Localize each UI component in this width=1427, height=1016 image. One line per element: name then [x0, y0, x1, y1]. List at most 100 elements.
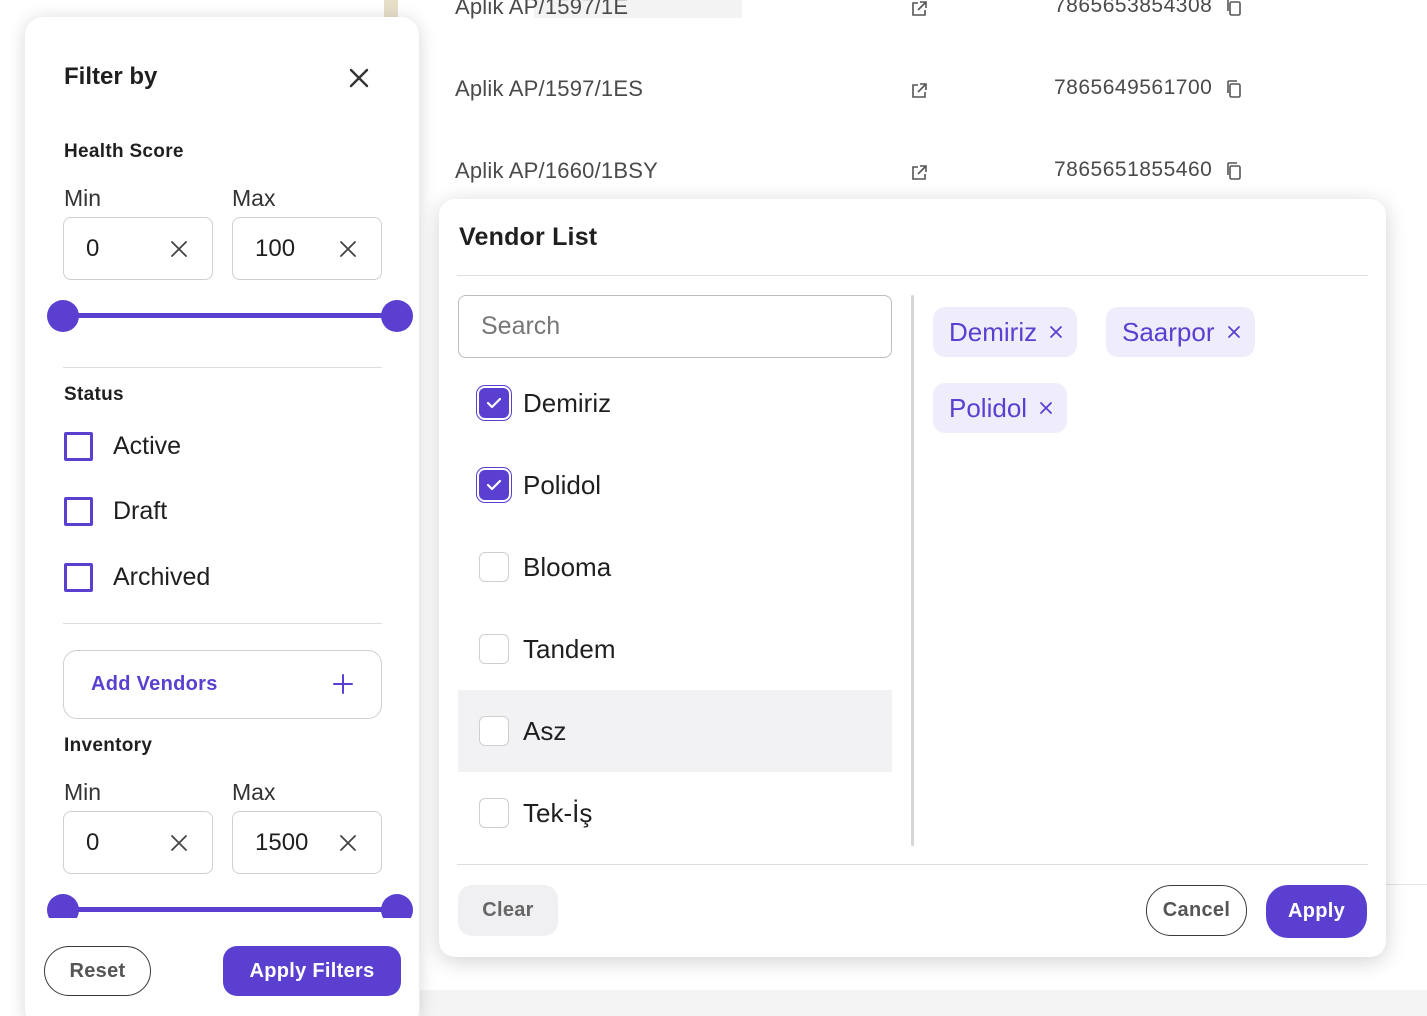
selected-vendor-chip: Polidol: [933, 383, 1068, 433]
table-row[interactable]: Aplik AP/1597/1E 7865653854308: [384, 0, 1427, 34]
vendor-item-demiriz[interactable]: Demiriz: [458, 362, 892, 444]
filter-panel-title: Filter by: [64, 63, 158, 90]
table-footer: [420, 990, 1427, 1016]
status-option-active[interactable]: Active: [64, 430, 181, 462]
product-name[interactable]: Aplik AP/1597/1E: [455, 0, 628, 20]
close-icon[interactable]: [347, 66, 371, 90]
vendor-list-modal: Vendor List Demiriz Polidol Blooma Tande…: [439, 199, 1386, 957]
vendor-item-polidol[interactable]: Polidol: [458, 444, 892, 526]
vendor-item-tandem[interactable]: Tandem: [458, 608, 892, 690]
vendor-list-title: Vendor List: [459, 223, 598, 251]
vendor-label: Polidol: [523, 469, 602, 500]
checkbox[interactable]: [64, 496, 93, 526]
vendor-label: Blooma: [523, 551, 612, 582]
health-max-value[interactable]: 100: [255, 235, 295, 263]
checkbox[interactable]: [479, 716, 509, 746]
vendor-item-asz[interactable]: Asz: [458, 690, 892, 772]
chip-label: Polidol: [949, 392, 1028, 423]
divider: [457, 864, 1368, 865]
clear-icon[interactable]: [170, 240, 188, 258]
product-id: 7865651855460: [1054, 158, 1213, 181]
product-name[interactable]: Aplik AP/1597/1ES: [455, 76, 643, 102]
chip-label: Demiriz: [949, 316, 1038, 347]
divider: [63, 623, 382, 624]
table-row[interactable]: Aplik AP/1597/1ES 7865649561700: [420, 76, 1427, 116]
inventory-min-input[interactable]: 0: [63, 811, 213, 874]
vendor-label: Asz: [523, 715, 567, 746]
inventory-max-label: Max: [232, 779, 276, 805]
vendor-label: Demiriz: [523, 387, 612, 418]
external-link-icon[interactable]: [910, 164, 928, 182]
product-name[interactable]: Aplik AP/1660/1BSY: [455, 158, 658, 184]
vendor-label: Tandem: [523, 633, 616, 664]
clear-icon[interactable]: [170, 834, 188, 852]
checkbox[interactable]: [479, 798, 509, 828]
copy-icon[interactable]: [1226, 161, 1242, 181]
add-vendors-button[interactable]: Add Vendors: [63, 650, 382, 719]
check-icon: [486, 479, 502, 491]
cancel-button[interactable]: Cancel: [1146, 885, 1247, 936]
filter-panel-footer: Reset Apply Filters: [25, 918, 419, 1016]
status-option-draft[interactable]: Draft: [64, 495, 167, 527]
slider-max-handle[interactable]: [381, 300, 413, 332]
external-link-icon[interactable]: [910, 82, 928, 100]
vendor-item-blooma[interactable]: Blooma: [458, 526, 892, 608]
vendor-label: Tek-İş: [523, 797, 593, 828]
remove-icon[interactable]: [1227, 325, 1241, 339]
apply-filters-button[interactable]: Apply Filters: [223, 946, 401, 996]
checkbox[interactable]: [64, 562, 93, 592]
slider-track[interactable]: [63, 313, 397, 318]
filter-panel: Filter by Health Score Min Max 0 100 Sta…: [25, 17, 419, 1016]
inventory-min-label: Min: [64, 779, 102, 805]
slider-track[interactable]: [63, 907, 397, 912]
remove-icon[interactable]: [1039, 401, 1053, 415]
checkbox[interactable]: [479, 634, 509, 664]
checkbox[interactable]: [64, 431, 93, 461]
copy-icon[interactable]: [1226, 79, 1242, 99]
divider: [457, 275, 1368, 276]
health-min-label: Min: [64, 185, 102, 211]
external-link-icon[interactable]: [910, 0, 928, 18]
health-score-label: Health Score: [64, 141, 184, 162]
inventory-max-value[interactable]: 1500: [255, 829, 308, 857]
divider: [63, 367, 382, 368]
clear-icon[interactable]: [339, 834, 357, 852]
product-id: 7865653854308: [1054, 0, 1213, 17]
status-option-archived[interactable]: Archived: [64, 561, 210, 593]
product-thumbnail: [384, 0, 398, 18]
checkbox-checked[interactable]: [479, 388, 509, 418]
vendor-search-input[interactable]: [458, 295, 892, 358]
clear-button[interactable]: Clear: [458, 885, 558, 936]
inventory-max-input[interactable]: 1500: [232, 811, 382, 874]
health-max-label: Max: [232, 185, 276, 211]
table-divider: [1386, 884, 1427, 885]
table-row[interactable]: Aplik AP/1660/1BSY 7865651855460: [420, 158, 1427, 198]
selected-vendor-chip: Demiriz: [933, 307, 1078, 357]
slider-min-handle[interactable]: [47, 300, 79, 332]
chip-label: Saarpor: [1122, 316, 1215, 347]
vendor-item-tek-is[interactable]: Tek-İş: [458, 772, 892, 854]
health-min-input[interactable]: 0: [63, 217, 213, 280]
copy-icon[interactable]: [1226, 0, 1242, 17]
status-option-label: Draft: [113, 496, 168, 525]
apply-button[interactable]: Apply: [1266, 885, 1367, 938]
inventory-label: Inventory: [64, 735, 153, 756]
health-min-value[interactable]: 0: [86, 235, 99, 263]
clear-icon[interactable]: [339, 240, 357, 258]
product-id: 7865649561700: [1054, 76, 1213, 99]
column-separator: [911, 295, 914, 846]
reset-button[interactable]: Reset: [44, 946, 151, 996]
remove-icon[interactable]: [1049, 325, 1063, 339]
check-icon: [486, 397, 502, 409]
plus-icon: [333, 674, 353, 694]
inventory-min-value[interactable]: 0: [86, 829, 99, 857]
selected-vendor-chip: Saarpor: [1106, 307, 1255, 357]
add-vendors-label: Add Vendors: [91, 673, 218, 695]
checkbox[interactable]: [479, 552, 509, 582]
status-option-label: Archived: [113, 562, 211, 591]
checkbox-checked[interactable]: [479, 470, 509, 500]
status-label: Status: [64, 384, 124, 405]
health-score-slider[interactable]: [47, 299, 413, 333]
health-max-input[interactable]: 100: [232, 217, 382, 280]
status-option-label: Active: [113, 431, 182, 460]
